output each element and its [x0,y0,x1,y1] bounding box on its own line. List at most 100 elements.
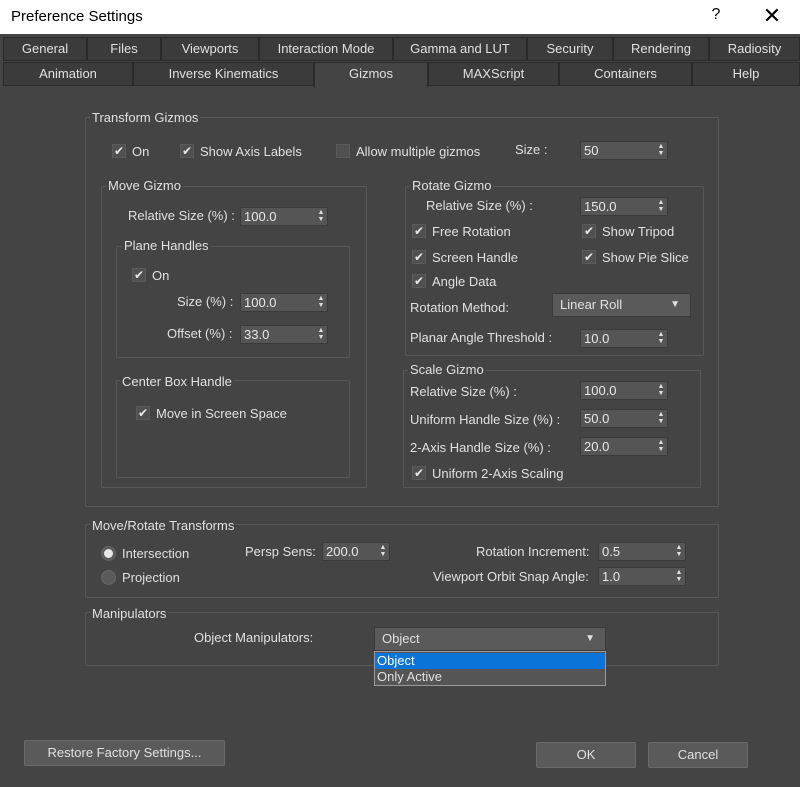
plane-on-label: On [152,268,170,283]
persp-sens-spinner[interactable]: 200.0 ▲ ▼ [322,542,390,561]
tab-maxscript[interactable]: MAXScript [428,62,559,86]
tab-interaction-mode[interactable]: Interaction Mode [259,37,393,61]
rotation-method-value: Linear Roll [560,297,623,312]
spinner-arrows-icon[interactable]: ▲ ▼ [657,411,665,425]
free-rotation-checkbox[interactable]: ✔ [412,224,426,238]
show-pie-slice-label: Show Pie Slice [602,250,689,265]
rotate-relsize-spinner[interactable]: 150.0 ▲ ▼ [580,197,668,216]
ok-button[interactable]: OK [536,742,636,768]
tab-viewports[interactable]: Viewports [161,37,259,61]
rotate-relsize-value: 150.0 [584,199,617,214]
transform-on-checkbox[interactable]: ✔ [112,144,126,158]
option-only-active[interactable]: Only Active [375,669,605,685]
object-manipulators-options: Object Only Active [374,651,606,686]
gizmo-size-value: 50 [584,143,599,158]
object-manipulators-dropdown[interactable]: Object ▼ [374,627,606,651]
rotate-relsize-label: Relative Size (%) : [426,198,533,213]
plane-handles-title: Plane Handles [122,238,211,253]
tab-gamma-and-lut[interactable]: Gamma and LUT [393,37,527,61]
move-in-screen-space-checkbox[interactable]: ✔ [136,406,150,420]
plane-offset-spinner[interactable]: 33.0 ▲ ▼ [240,325,328,344]
spinner-arrows-icon[interactable]: ▲ ▼ [317,327,325,341]
plane-offset-label: Offset (%) : [167,326,233,341]
gizmo-size-label: Size : [515,142,548,157]
screen-handle-checkbox[interactable]: ✔ [412,250,426,264]
object-manipulators-label: Object Manipulators: [194,630,314,645]
angle-data-checkbox[interactable]: ✔ [412,274,426,288]
gizmo-size-spinner[interactable]: 50 ▲ ▼ [580,141,668,160]
close-icon[interactable]: ✕ [758,3,786,29]
tab-files[interactable]: Files [87,37,161,61]
uniform-handle-size-spinner[interactable]: 50.0 ▲ ▼ [580,409,668,428]
tab-row-1: General Files Viewports Interaction Mode… [0,37,800,61]
title-bar: Preference Settings ? ✕ [0,0,800,34]
tab-rendering[interactable]: Rendering [613,37,709,61]
rotation-increment-spinner[interactable]: 0.5 ▲ ▼ [598,542,686,561]
show-tripod-label: Show Tripod [602,224,675,239]
two-axis-handle-size-spinner[interactable]: 20.0 ▲ ▼ [580,437,668,456]
scale-relsize-label: Relative Size (%) : [410,384,517,399]
rotation-method-label: Rotation Method: [410,300,510,315]
transform-gizmos-title: Transform Gizmos [90,110,201,125]
spinner-arrows-icon[interactable]: ▲ ▼ [379,544,387,558]
viewport-orbit-snap-angle-spinner[interactable]: 1.0 ▲ ▼ [598,567,686,586]
tab-general[interactable]: General [3,37,87,61]
spinner-arrows-icon[interactable]: ▲ ▼ [675,569,683,583]
projection-label: Projection [122,570,180,585]
spinner-arrows-icon[interactable]: ▲ ▼ [317,295,325,309]
chevron-down-icon: ▼ [585,633,595,644]
spinner-arrows-icon[interactable]: ▲ ▼ [657,331,665,345]
help-icon[interactable]: ? [706,6,726,24]
allow-multiple-gizmos-checkbox[interactable] [336,144,350,158]
tab-inverse-kinematics[interactable]: Inverse Kinematics [133,62,314,86]
screen-handle-label: Screen Handle [432,250,518,265]
projection-radio[interactable] [101,570,116,585]
spinner-arrows-icon[interactable]: ▲ ▼ [317,209,325,223]
move-relsize-spinner[interactable]: 100.0 ▲ ▼ [240,207,328,226]
move-in-screen-space-label: Move in Screen Space [156,406,287,421]
spinner-arrows-icon[interactable]: ▲ ▼ [675,544,683,558]
rotation-method-dropdown[interactable]: Linear Roll ▼ [552,293,691,317]
allow-multiple-gizmos-label: Allow multiple gizmos [356,144,481,159]
show-axis-labels-label: Show Axis Labels [200,144,302,159]
plane-size-value: 100.0 [244,295,277,310]
spinner-arrows-icon[interactable]: ▲ ▼ [657,439,665,453]
viewport-orbit-snap-angle-value: 1.0 [602,569,621,584]
intersection-radio[interactable] [101,546,116,561]
uniform-two-axis-scaling-checkbox[interactable]: ✔ [412,466,426,480]
tab-radiosity[interactable]: Radiosity [709,37,800,61]
tab-help[interactable]: Help [692,62,800,86]
intersection-label: Intersection [122,546,190,561]
cancel-button[interactable]: Cancel [648,742,748,768]
tab-containers[interactable]: Containers [559,62,692,86]
rotation-increment-label: Rotation Increment: [476,544,590,559]
plane-offset-value: 33.0 [244,327,270,342]
rotate-gizmo-title: Rotate Gizmo [410,178,494,193]
planar-angle-threshold-label: Planar Angle Threshold : [410,330,553,345]
restore-factory-settings-button[interactable]: Restore Factory Settings... [24,740,225,766]
plane-size-spinner[interactable]: 100.0 ▲ ▼ [240,293,328,312]
show-pie-slice-checkbox[interactable]: ✔ [582,250,596,264]
move-relsize-value: 100.0 [244,209,277,224]
option-object[interactable]: Object [375,653,605,669]
planar-angle-threshold-spinner[interactable]: 10.0 ▲ ▼ [580,329,668,348]
plane-on-checkbox[interactable]: ✔ [132,268,146,282]
show-axis-labels-checkbox[interactable]: ✔ [180,144,194,158]
free-rotation-label: Free Rotation [432,224,511,239]
tab-security[interactable]: Security [527,37,613,61]
persp-sens-label: Persp Sens: [245,544,316,559]
tab-animation[interactable]: Animation [3,62,133,86]
plane-size-label: Size (%) : [177,294,234,309]
spinner-arrows-icon[interactable]: ▲ ▼ [657,143,665,157]
uniform-handle-size-value: 50.0 [584,411,610,426]
scale-gizmo-title: Scale Gizmo [408,362,486,377]
tab-gizmos[interactable]: Gizmos [314,62,428,88]
spinner-arrows-icon[interactable]: ▲ ▼ [657,383,665,397]
show-tripod-checkbox[interactable]: ✔ [582,224,596,238]
rotation-increment-value: 0.5 [602,544,621,559]
scale-relsize-spinner[interactable]: 100.0 ▲ ▼ [580,381,668,400]
tab-row-2: Animation Inverse Kinematics Gizmos MAXS… [0,62,800,88]
viewport-orbit-snap-angle-label: Viewport Orbit Snap Angle: [433,569,589,584]
spinner-arrows-icon[interactable]: ▲ ▼ [657,199,665,213]
uniform-two-axis-scaling-label: Uniform 2-Axis Scaling [432,466,564,481]
